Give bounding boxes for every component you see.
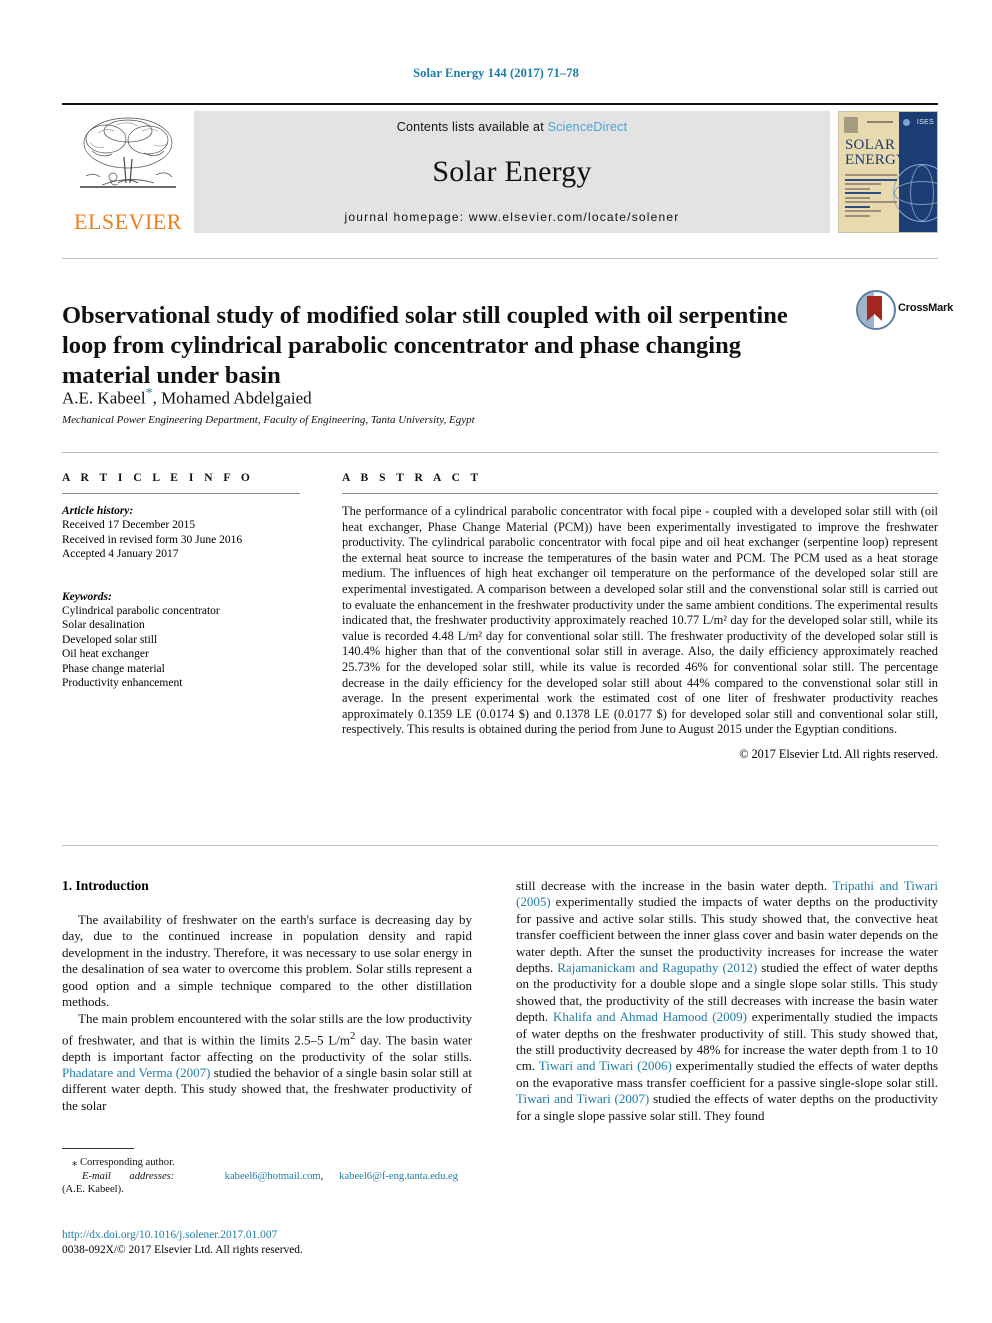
keywords-block: Keywords: Cylindrical parabolic concentr…: [62, 590, 300, 691]
paragraph: The main problem encountered with the so…: [62, 1011, 472, 1114]
email-label: E-mail addresses:: [72, 1170, 222, 1184]
cover-line: [845, 201, 897, 203]
crossmark-badge[interactable]: CrossMark: [856, 288, 953, 330]
abstract-divider: [62, 452, 938, 453]
cover-line: [845, 196, 870, 199]
article-info-column: A R T I C L E I N F O Article history: R…: [62, 472, 300, 690]
cover-art: ISES SOLAR ENERGY: [838, 111, 938, 233]
cover-line: [845, 187, 870, 190]
keyword-item: Productivity enhancement: [62, 677, 183, 690]
keyword-item: Solar desalination: [62, 619, 145, 632]
paragraph: The availability of freshwater on the ea…: [62, 912, 472, 1010]
crossmark-icon: [856, 290, 896, 330]
cover-line: [845, 178, 897, 181]
cover-line: [845, 192, 882, 194]
email-link-primary[interactable]: kabeel6@hotmail.com: [225, 1171, 321, 1182]
journal-homepage-link[interactable]: journal homepage: www.elsevier.com/locat…: [345, 210, 680, 224]
abstract-rule: [342, 493, 938, 494]
journal-cover-thumbnail: ISES SOLAR ENERGY: [838, 111, 938, 233]
history-item: Received in revised form 30 June 2016: [62, 533, 243, 546]
masthead-center: Contents lists available at ScienceDirec…: [194, 111, 830, 233]
keywords-heading: Keywords:: [62, 590, 112, 603]
elsevier-tree-icon: [80, 117, 176, 188]
cover-ises-dot-icon: [903, 119, 910, 126]
cover-rule: [867, 121, 893, 123]
citation-link[interactable]: Rajamanickam and Ragupathy (2012): [557, 960, 757, 975]
section-heading-introduction: 1. Introduction: [62, 878, 149, 893]
title-divider: [62, 258, 938, 259]
doi-link[interactable]: http://dx.doi.org/10.1016/j.solener.2017…: [62, 1228, 303, 1243]
journal-masthead: ELSEVIER Contents lists available at Sci…: [62, 103, 938, 233]
corresponding-author-note: ⁎ Corresponding author.: [72, 1157, 175, 1168]
elsevier-wordmark: ELSEVIER: [74, 209, 182, 234]
cover-line: [845, 210, 882, 212]
author-affiliation: Mechanical Power Engineering Department,…: [62, 414, 475, 426]
issn-copyright-line: 0038-092X/© 2017 Elsevier Ltd. All right…: [62, 1244, 303, 1256]
citation-link[interactable]: Phadatare and Verma (2007): [62, 1065, 210, 1080]
footer-block: http://dx.doi.org/10.1016/j.solener.2017…: [62, 1228, 303, 1258]
email-owner: (A.E. Kabeel).: [62, 1184, 124, 1196]
contents-prefix: Contents lists available at: [396, 120, 544, 134]
article-history-heading: Article history:: [62, 505, 134, 517]
running-head: Solar Energy 144 (2017) 71–78: [413, 66, 579, 80]
cover-subtext-lines: [845, 174, 897, 219]
email-note: E-mail addresses: kabeel6@hotmail.com, k…: [62, 1170, 474, 1197]
citation-link[interactable]: Khalifa and Ahmad Hamood (2009): [553, 1009, 747, 1024]
author-secondary: , Mohamed Abdelgaied: [152, 388, 312, 408]
keyword-item: Phase change material: [62, 662, 165, 675]
cover-elsevier-icon: [844, 117, 858, 133]
corresponding-author-marker: *: [145, 386, 153, 401]
email-link-secondary[interactable]: kabeel6@f-eng.tanta.edu.eg: [339, 1171, 458, 1182]
abstract-label: A B S T R A C T: [342, 472, 483, 484]
article-info-rule: [62, 493, 300, 494]
paragraph-text: still decrease with the increase in the …: [516, 878, 833, 893]
crossmark-bookmark-shape: [867, 296, 882, 321]
author-primary: A.E. Kabeel: [62, 388, 146, 408]
sciencedirect-link[interactable]: ScienceDirect: [548, 120, 628, 134]
cover-line: [845, 205, 870, 208]
email-label-text2: addresses:: [129, 1170, 175, 1182]
citation-link[interactable]: Tiwari and Tiwari (2006): [539, 1058, 672, 1073]
abstract-text: The performance of a cylindrical parabol…: [342, 504, 938, 737]
abstract-copyright: © 2017 Elsevier Ltd. All rights reserved…: [739, 746, 938, 761]
cover-title-line2: ENERGY: [845, 152, 908, 168]
keyword-item: Oil heat exchanger: [62, 648, 149, 661]
cover-line: [845, 214, 870, 217]
email-separator: ,: [320, 1170, 324, 1182]
cover-line: [845, 183, 882, 185]
paper-page: Solar Energy 144 (2017) 71–78 ELSEVIER C…: [0, 0, 992, 1323]
body-column-right: still decrease with the increase in the …: [516, 878, 938, 1125]
elsevier-logo: ELSEVIER: [62, 111, 194, 233]
page-title: Observational study of modified solar st…: [62, 302, 788, 390]
footnote-block: ⁎ Corresponding author. E-mail addresses…: [62, 1156, 474, 1197]
cover-ises-label: ISES: [916, 119, 934, 126]
article-info-label: A R T I C L E I N F O: [62, 472, 254, 484]
contents-available-line: Contents lists available at ScienceDirec…: [397, 120, 628, 134]
crossmark-label: CrossMark: [898, 302, 954, 314]
journal-title: Solar Energy: [432, 155, 592, 188]
keyword-item: Cylindrical parabolic concentrator: [62, 605, 220, 618]
footnote-divider: [62, 1148, 134, 1149]
cover-line: [845, 174, 897, 176]
article-history-block: Article history: Received 17 December 20…: [62, 504, 300, 562]
history-item: Received 17 December 2015: [62, 519, 196, 532]
email-label-text: E-mail: [82, 1170, 111, 1182]
paragraph: still decrease with the increase in the …: [516, 878, 938, 1124]
abstract-column: A B S T R A C T The performance of a cyl…: [342, 472, 938, 762]
author-list: A.E. Kabeel*, Mohamed Abdelgaied: [62, 386, 312, 409]
cover-title: SOLAR ENERGY: [845, 138, 907, 168]
body-column-left: 1. Introduction The availability of fres…: [62, 878, 472, 1115]
cover-title-line1: SOLAR: [845, 137, 896, 153]
history-item: Accepted 4 January 2017: [62, 548, 179, 561]
keyword-item: Developed solar still: [62, 633, 158, 646]
body-divider: [62, 845, 938, 846]
citation-link[interactable]: Tiwari and Tiwari (2007): [516, 1091, 649, 1106]
